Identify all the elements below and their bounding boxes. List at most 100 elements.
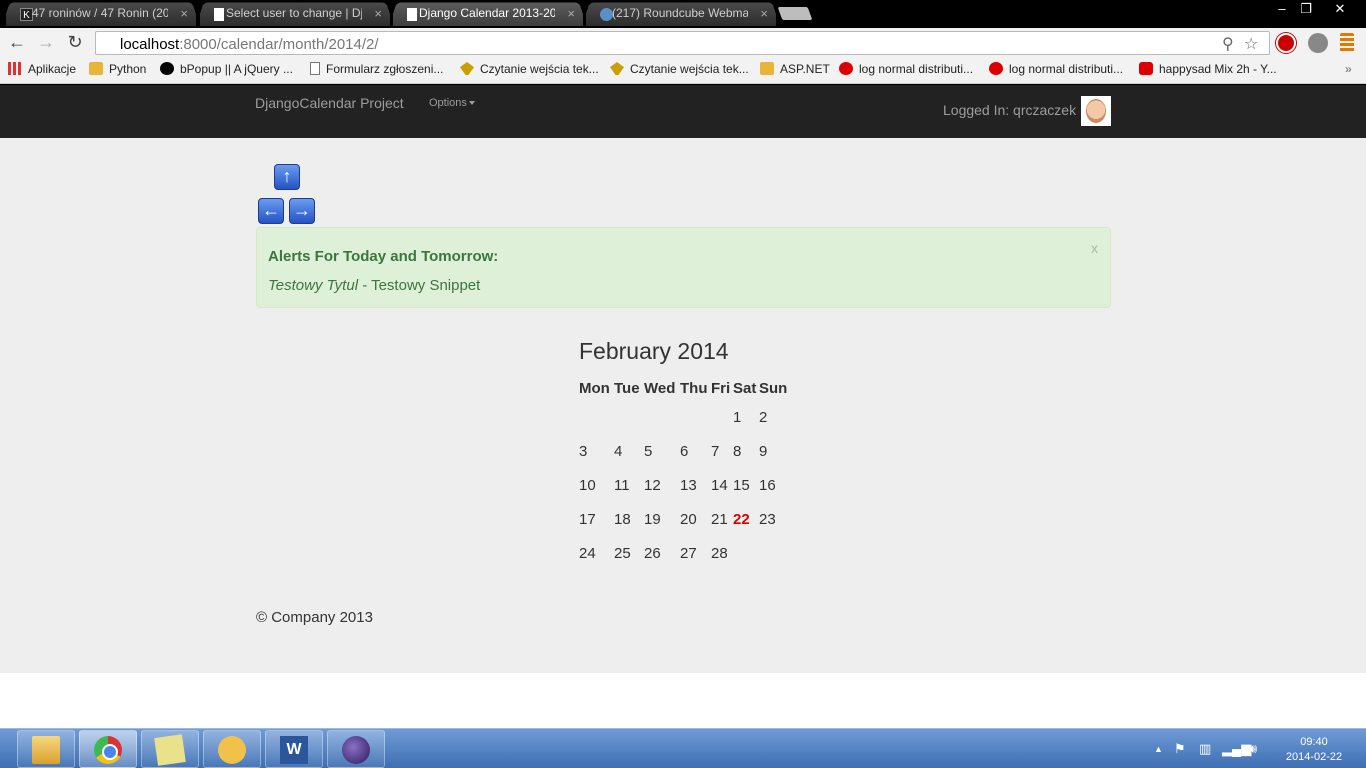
bookmark-log-normal-1[interactable]: log normal distributi... bbox=[839, 62, 973, 76]
windows-taskbar: W ▲ ⚑ ▥ ▂▄▆ 🔊︎ 09:40 2014-02-22 bbox=[0, 728, 1366, 768]
bookmark-python[interactable]: Python bbox=[89, 62, 146, 76]
up-arrow-button[interactable]: ↑ bbox=[274, 164, 300, 190]
calendar-day[interactable]: 25 bbox=[614, 536, 644, 570]
arrow-up-icon: ↑ bbox=[282, 166, 292, 186]
calendar-day[interactable]: 19 bbox=[644, 502, 680, 536]
calendar-day[interactable]: 3 bbox=[579, 434, 614, 468]
show-hidden-icons-button[interactable]: ▲ bbox=[1154, 744, 1163, 754]
red-circle-icon bbox=[839, 62, 853, 75]
taskbar-sticky-notes[interactable] bbox=[141, 730, 199, 768]
calendar-day[interactable]: 28 bbox=[711, 536, 733, 570]
footer-copyright: © Company 2013 bbox=[256, 609, 373, 626]
close-tab-icon[interactable]: × bbox=[567, 6, 575, 21]
brand-link[interactable]: DjangoCalendar Project bbox=[255, 95, 404, 111]
close-alert-button[interactable]: x bbox=[1091, 240, 1098, 256]
tab-django-calendar[interactable]: Django Calendar 2013-201 × bbox=[393, 2, 583, 26]
bookmark-log-normal-2[interactable]: log normal distributi... bbox=[989, 62, 1123, 76]
bookmark-czytanie-2[interactable]: Czytanie wejścia tek... bbox=[610, 62, 749, 76]
calendar-day[interactable]: 20 bbox=[680, 502, 711, 536]
close-tab-icon[interactable]: × bbox=[180, 6, 188, 21]
logged-in-text: Logged In: qrczaczek bbox=[943, 102, 1077, 118]
calendar-day[interactable]: 24 bbox=[579, 536, 614, 570]
calendar-day[interactable]: 16 bbox=[759, 468, 789, 502]
address-bar[interactable]: localhost:8000/calendar/month/2014/2/ ⚲ … bbox=[95, 31, 1270, 55]
calendar-empty-cell bbox=[579, 400, 614, 434]
month-title: February 2014 bbox=[579, 338, 729, 364]
calendar-day[interactable]: 4 bbox=[614, 434, 644, 468]
close-tab-icon[interactable]: × bbox=[374, 6, 382, 21]
taskbar-eclipse[interactable] bbox=[327, 730, 385, 768]
new-tab-button[interactable] bbox=[777, 7, 813, 20]
calendar-empty-cell bbox=[614, 400, 644, 434]
calendar-day[interactable]: 10 bbox=[579, 468, 614, 502]
action-center-flag-icon[interactable]: ⚑ bbox=[1174, 741, 1186, 757]
calendar-empty-cell bbox=[711, 400, 733, 434]
calendar-day-today[interactable]: 22 bbox=[733, 502, 759, 536]
weekday-header: Mon bbox=[579, 379, 610, 397]
adblock-extension-icon[interactable] bbox=[1276, 33, 1296, 53]
clock-time: 09:40 bbox=[1300, 736, 1328, 748]
taskbar-explorer[interactable] bbox=[17, 730, 75, 768]
previous-month-button[interactable]: ← bbox=[258, 198, 284, 224]
calendar-day[interactable]: 26 bbox=[644, 536, 680, 570]
file-explorer-icon bbox=[32, 736, 60, 764]
calendar-day[interactable]: 17 bbox=[579, 502, 614, 536]
calendar-day[interactable]: 1 bbox=[733, 400, 759, 434]
calendar-day[interactable]: 11 bbox=[614, 468, 644, 502]
taskbar-chrome[interactable] bbox=[79, 730, 137, 768]
bookmarks-overflow-button[interactable]: » bbox=[1345, 62, 1352, 76]
browser-tab-strip: K 47 roninów / 47 Ronin (20 × Select use… bbox=[0, 0, 1366, 28]
close-tab-icon[interactable]: × bbox=[760, 6, 768, 21]
search-icon[interactable]: ⚲ bbox=[1222, 34, 1234, 54]
calendar-day[interactable]: 14 bbox=[711, 468, 733, 502]
weekday-header: Sun bbox=[759, 379, 788, 397]
youtube-icon bbox=[1139, 62, 1153, 75]
volume-icon[interactable]: 🔊︎ bbox=[1249, 741, 1257, 757]
calendar-day[interactable]: 5 bbox=[644, 434, 680, 468]
weekday-header: Wed bbox=[644, 379, 676, 397]
calendar-day[interactable]: 15 bbox=[733, 468, 759, 502]
browser-toolbar: ← → ↻ localhost:8000/calendar/month/2014… bbox=[0, 28, 1366, 58]
chrome-menu-icon[interactable] bbox=[1340, 33, 1354, 53]
system-clock[interactable]: 09:40 2014-02-22 bbox=[1282, 735, 1346, 765]
bookmark-czytanie-1[interactable]: Czytanie wejścia tek... bbox=[460, 62, 599, 76]
calendar-day[interactable]: 21 bbox=[711, 502, 733, 536]
tab-select-user[interactable]: Select user to change | Dja × bbox=[200, 2, 390, 26]
bookmark-formularz[interactable]: Formularz zgłoszeni... bbox=[310, 62, 443, 76]
forward-icon[interactable]: → bbox=[35, 32, 57, 53]
calendar-empty-cell bbox=[680, 400, 711, 434]
calendar-day[interactable]: 6 bbox=[680, 434, 711, 468]
star-icon[interactable]: ☆ bbox=[1244, 34, 1258, 54]
calendar-day[interactable]: 8 bbox=[733, 434, 759, 468]
chrome-icon bbox=[94, 736, 122, 764]
url-text: localhost:8000/calendar/month/2014/2/ bbox=[120, 36, 379, 53]
close-window-button[interactable]: ✕ bbox=[1326, 0, 1354, 20]
taskbar-outlook[interactable] bbox=[203, 730, 261, 768]
calendar-day[interactable]: 9 bbox=[759, 434, 789, 468]
next-month-button[interactable]: → bbox=[289, 198, 315, 224]
calendar-day[interactable]: 2 bbox=[759, 400, 789, 434]
calendar-day[interactable]: 13 bbox=[680, 468, 711, 502]
calendar-day[interactable]: 23 bbox=[759, 502, 789, 536]
bookmark-aspnet[interactable]: ASP.NET bbox=[760, 62, 830, 76]
bookmark-happysad[interactable]: happysad Mix 2h - Y... bbox=[1139, 62, 1277, 76]
avatar[interactable] bbox=[1081, 96, 1111, 126]
wifi-signal-icon[interactable]: ▂▄▆ bbox=[1222, 741, 1251, 757]
options-dropdown[interactable]: Options bbox=[429, 97, 475, 109]
outlook-icon bbox=[218, 736, 246, 764]
weekday-header: Sat bbox=[733, 379, 757, 397]
calendar-day[interactable]: 27 bbox=[680, 536, 711, 570]
bookmark-bpopup[interactable]: bPopup || A jQuery ... bbox=[160, 62, 293, 76]
reload-icon[interactable]: ↻ bbox=[64, 32, 86, 53]
taskbar-word[interactable]: W bbox=[265, 730, 323, 768]
tab-47-ronin[interactable]: K 47 roninów / 47 Ronin (20 × bbox=[6, 2, 196, 26]
calendar-day[interactable]: 7 bbox=[711, 434, 733, 468]
calendar-day[interactable]: 12 bbox=[644, 468, 680, 502]
back-icon[interactable]: ← bbox=[6, 32, 28, 53]
calendar-day[interactable]: 18 bbox=[614, 502, 644, 536]
extension-icon[interactable] bbox=[1308, 33, 1328, 53]
tab-roundcube[interactable]: (217) Roundcube Webmai × bbox=[586, 2, 776, 26]
network-adapter-icon[interactable]: ▥ bbox=[1199, 741, 1211, 757]
bookmark-aplikacje[interactable]: Aplikacje bbox=[8, 62, 76, 76]
maximize-button[interactable]: ❐ bbox=[1292, 0, 1320, 20]
